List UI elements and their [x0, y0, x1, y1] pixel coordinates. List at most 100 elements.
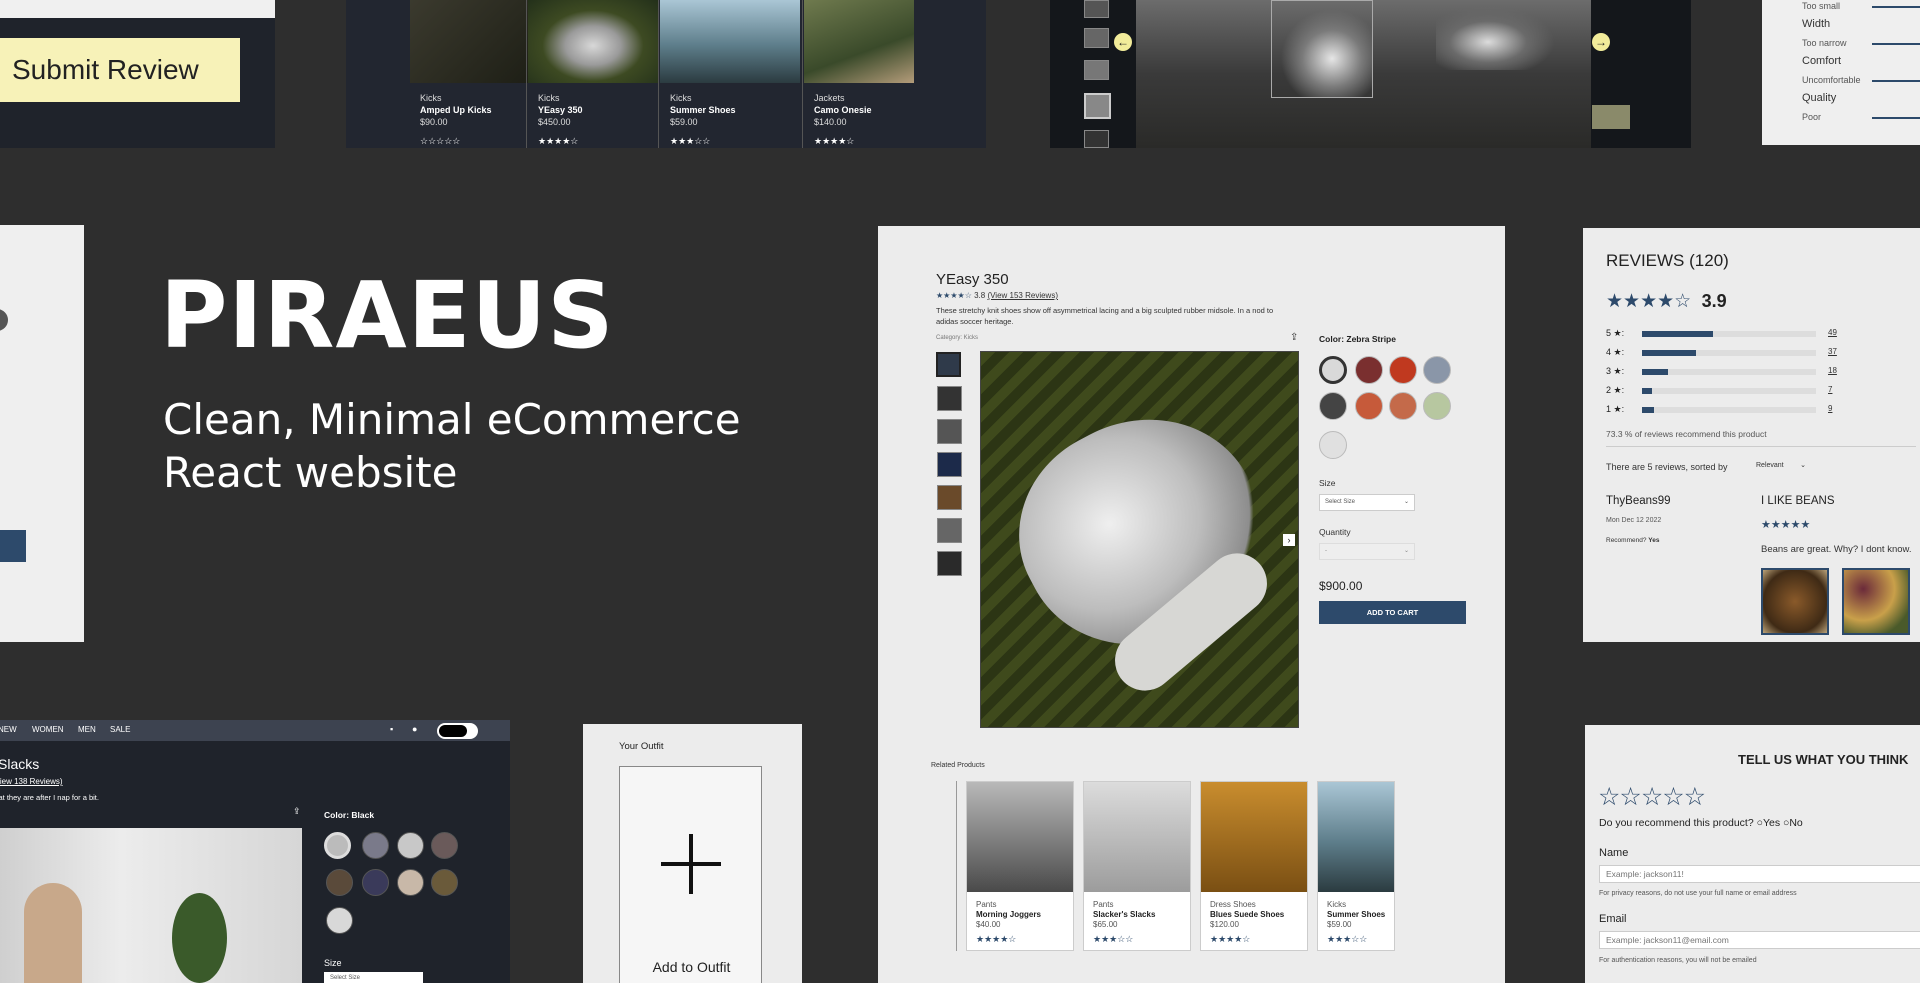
- color-swatch[interactable]: [1423, 356, 1451, 384]
- related-product-card[interactable]: Pants Morning Joggers $40.00 ★★★★☆: [966, 781, 1074, 951]
- product-thumb[interactable]: [936, 352, 961, 377]
- color-swatch[interactable]: [1319, 356, 1347, 384]
- color-swatch[interactable]: [1355, 356, 1383, 384]
- color-swatch[interactable]: [1355, 392, 1383, 420]
- nav-item-men[interactable]: MEN: [78, 725, 96, 734]
- quantity-select-value: -: [1325, 548, 1327, 554]
- review-photo[interactable]: [1761, 568, 1829, 635]
- dark-reviews-link[interactable]: (View 138 Reviews): [0, 777, 63, 786]
- arrow-left-icon[interactable]: ←: [1114, 33, 1132, 51]
- breakdown-count[interactable]: 49: [1828, 328, 1837, 337]
- arrow-right-icon[interactable]: →: [1592, 33, 1610, 51]
- nav-item-sale[interactable]: SALE: [110, 725, 130, 734]
- color-swatch[interactable]: [431, 832, 458, 859]
- radio-no[interactable]: ○No: [1783, 817, 1803, 829]
- size-select[interactable]: Select Size ⌄: [1319, 494, 1415, 511]
- product-card[interactable]: Jackets Camo Onesie $140.00 ★★★★☆: [804, 0, 914, 148]
- color-swatch[interactable]: [431, 869, 458, 896]
- sort-divider: [1606, 446, 1916, 447]
- color-swatch[interactable]: [324, 832, 351, 859]
- email-field[interactable]: [1599, 931, 1920, 949]
- gallery-thumb[interactable]: [1084, 28, 1109, 48]
- add-to-outfit-card[interactable]: Add to Outfit: [619, 766, 762, 983]
- fit-label: Width: [1802, 18, 1831, 30]
- product-thumb[interactable]: [937, 485, 962, 510]
- product-thumb[interactable]: [937, 551, 962, 576]
- breakdown-count[interactable]: 37: [1828, 347, 1837, 356]
- product-thumb[interactable]: [937, 518, 962, 543]
- breakdown-fill: [1642, 388, 1653, 394]
- product-name: YEasy 350: [936, 271, 1009, 288]
- breakdown-row[interactable]: 5 ★: 49: [1606, 328, 1896, 340]
- card-divider: [802, 0, 803, 148]
- gallery-thumb[interactable]: [1084, 0, 1109, 18]
- fit-scale: [1872, 6, 1920, 8]
- review-stars: ★★★★★: [1761, 519, 1811, 531]
- color-swatch[interactable]: [397, 832, 424, 859]
- review-date: Mon Dec 12 2022: [1606, 517, 1662, 524]
- fit-label: Comfort: [1802, 55, 1842, 67]
- user-icon[interactable]: ●: [412, 724, 417, 734]
- product-thumb[interactable]: [937, 419, 962, 444]
- breakdown-count[interactable]: 9: [1828, 404, 1832, 413]
- color-swatch[interactable]: [1423, 392, 1451, 420]
- dark-description: ...that they are after I nap for a bit.: [0, 793, 99, 802]
- breakdown-row[interactable]: 3 ★: 18: [1606, 366, 1896, 378]
- form-star-input[interactable]: ☆☆☆☆☆: [1598, 782, 1706, 812]
- recommend-percent: 73.3 % of reviews recommend this product: [1606, 429, 1767, 439]
- related-product-image: [1318, 782, 1394, 892]
- cart-icon[interactable]: ▪: [390, 724, 393, 734]
- dark-main-image: [0, 828, 302, 983]
- quantity-select[interactable]: - ⌄: [1319, 543, 1415, 560]
- breakdown-count[interactable]: 18: [1828, 366, 1837, 375]
- product-thumb[interactable]: [937, 386, 962, 411]
- fit-panel: Too small Width Too narrow Comfort Uncom…: [1762, 0, 1920, 145]
- gallery-thumb[interactable]: [1084, 93, 1111, 119]
- card-name: Blues Suede Shoes: [1210, 910, 1285, 919]
- dark-size-select[interactable]: Select Size: [324, 972, 423, 983]
- gallery-thumb[interactable]: [1084, 130, 1109, 148]
- related-product-card[interactable]: Dress Shoes Blues Suede Shoes $120.00 ★★…: [1200, 781, 1308, 951]
- card-price: $40.00: [976, 920, 1001, 929]
- color-swatch[interactable]: [397, 869, 424, 896]
- color-swatch[interactable]: [1319, 392, 1347, 420]
- color-swatch[interactable]: [362, 832, 389, 859]
- color-swatch[interactable]: [1389, 392, 1417, 420]
- share-icon[interactable]: ⇪: [1290, 332, 1298, 343]
- radio-yes[interactable]: ○Yes: [1757, 817, 1780, 829]
- color-swatch[interactable]: [1389, 356, 1417, 384]
- review-photo[interactable]: [1842, 568, 1910, 635]
- breakdown-label: 5 ★:: [1606, 328, 1625, 338]
- breakdown-bar: [1642, 407, 1816, 413]
- color-swatch[interactable]: [326, 869, 353, 896]
- view-reviews-link[interactable]: (View 153 Reviews): [987, 291, 1058, 300]
- product-card[interactable]: Kicks Amped Up Kicks $90.00 ☆☆☆☆☆: [410, 0, 528, 148]
- related-product-card[interactable]: Kicks Summer Shoes $59.00 ★★★☆☆: [1317, 781, 1395, 951]
- breakdown-row[interactable]: 4 ★: 37: [1606, 347, 1896, 359]
- product-card[interactable]: Kicks YEasy 350 $450.00 ★★★★☆: [528, 0, 658, 148]
- product-thumb[interactable]: [937, 452, 962, 477]
- theme-toggle[interactable]: [437, 723, 478, 739]
- image-next-icon[interactable]: ›: [1283, 534, 1295, 546]
- edge-button[interactable]: [0, 530, 26, 562]
- breakdown-bar: [1642, 369, 1816, 375]
- breakdown-row[interactable]: 2 ★: 7: [1606, 385, 1896, 397]
- gallery-thumb[interactable]: [1084, 60, 1109, 80]
- color-swatch[interactable]: [362, 869, 389, 896]
- share-icon[interactable]: ⇪: [293, 806, 301, 817]
- product-card[interactable]: Kicks Summer Shoes $59.00 ★★★☆☆: [660, 0, 800, 148]
- color-label: Color: Zebra Stripe: [1319, 334, 1396, 344]
- submit-review-button[interactable]: Submit Review: [0, 38, 240, 102]
- breakdown-row[interactable]: 1 ★: 9: [1606, 404, 1896, 416]
- color-swatch[interactable]: [1319, 431, 1347, 459]
- nav-item-women[interactable]: WOMEN: [32, 725, 64, 734]
- name-field[interactable]: [1599, 865, 1920, 883]
- related-product-card[interactable]: Pants Slacker's Slacks $65.00 ★★★☆☆: [1083, 781, 1191, 951]
- sort-select[interactable]: Relevant ⌄: [1750, 459, 1810, 473]
- gallery-expand-button[interactable]: [1592, 105, 1630, 129]
- color-swatch[interactable]: [326, 907, 353, 934]
- product-category: Category: Kicks: [936, 335, 979, 341]
- nav-item-new[interactable]: NEW: [0, 725, 17, 734]
- breakdown-count[interactable]: 7: [1828, 385, 1832, 394]
- add-to-cart-button[interactable]: ADD TO CART: [1319, 601, 1466, 624]
